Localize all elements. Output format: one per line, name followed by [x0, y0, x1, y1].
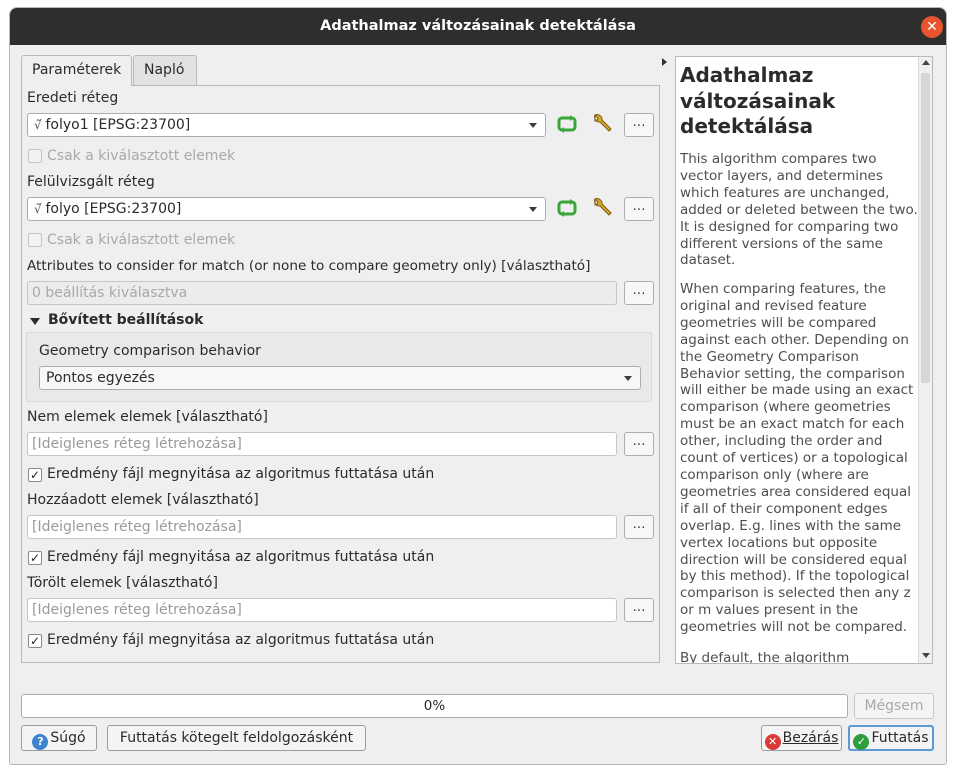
revised-layer-value: folyo [EPSG:23700]	[45, 201, 182, 217]
input-layer-label: Eredeti réteg	[27, 90, 119, 106]
window-close-button[interactable]: ✕	[921, 16, 943, 38]
geometry-behavior-label: Geometry comparison behavior	[39, 343, 261, 359]
iterate-icon	[557, 199, 577, 217]
chevron-down-icon	[624, 376, 632, 381]
help-scrollbar-thumb[interactable]	[921, 73, 930, 383]
input-layer-combo[interactable]: √̃ folyo1 [EPSG:23700]	[27, 113, 546, 137]
input-layer-value: folyo1 [EPSG:23700]	[45, 117, 191, 133]
help-title: Adathalmaz változásainak detektálása	[680, 63, 836, 138]
help-panel: Adathalmaz változásainak detektálása Thi…	[675, 56, 933, 664]
added-output-field[interactable]: [Ideiglenes réteg létrehozása]	[27, 515, 617, 539]
progress-bar: 0%	[21, 694, 848, 718]
attributes-browse-button[interactable]: …	[624, 281, 654, 305]
advanced-options-button[interactable]	[589, 112, 615, 138]
added-output-label: Hozzáadott elemek [választható]	[27, 492, 259, 508]
window-title: Adathalmaz változásainak detektálása	[320, 18, 636, 34]
added-output-browse-button[interactable]: …	[624, 515, 654, 539]
wrench-icon	[594, 114, 612, 132]
geometry-behavior-value: Pontos egyezés	[46, 370, 155, 386]
unchanged-open-label: Eredmény fájl megnyitása az algoritmus f…	[47, 466, 435, 482]
titlebar: Adathalmaz változásainak detektálása ✕	[10, 8, 946, 45]
unchanged-output-field[interactable]: [Ideiglenes réteg létrehozása]	[27, 432, 617, 456]
line-layer-icon: √̃	[34, 202, 46, 216]
deleted-output-browse-button[interactable]: …	[624, 598, 654, 622]
run-as-batch-button[interactable]: Futtatás kötegelt feldolgozásként	[107, 725, 366, 751]
unchanged-output-browse-button[interactable]: …	[624, 432, 654, 456]
cancel-button[interactable]: Mégsem	[854, 693, 934, 719]
deleted-output-field[interactable]: [Ideiglenes réteg létrehozása]	[27, 598, 617, 622]
attributes-label: Attributes to consider for match (or non…	[27, 258, 591, 274]
wrench-icon	[594, 198, 612, 216]
input-layer-browse-button[interactable]: …	[624, 113, 654, 137]
run-button[interactable]: ✓ Futtatás	[848, 725, 934, 751]
iterate-over-layer-button[interactable]	[554, 112, 580, 138]
tab-parameters[interactable]: Paraméterek	[21, 55, 132, 86]
checkmark-icon: ✓	[853, 734, 870, 750]
unchanged-output-label: Nem elemek elemek [választható]	[27, 409, 268, 425]
unchanged-open-checkbox[interactable]: ✓	[28, 468, 42, 482]
help-paragraph-3: By default, the algorithm	[680, 650, 850, 664]
line-layer-icon: √̃	[34, 118, 46, 132]
attributes-field[interactable]: 0 beállítás kiválasztva	[27, 281, 617, 305]
revised-layer-label: Felülvizsgált réteg	[27, 174, 155, 190]
deleted-open-label: Eredmény fájl megnyitása az algoritmus f…	[47, 632, 435, 648]
input-selected-only-label: Csak a kiválasztott elemek	[47, 148, 236, 164]
added-open-label: Eredmény fájl megnyitása az algoritmus f…	[47, 549, 435, 565]
revised-advanced-options-button[interactable]	[589, 196, 615, 222]
help-scrollbar[interactable]	[918, 57, 932, 663]
dialog-window: Adathalmaz változásainak detektálása ✕ P…	[10, 8, 946, 764]
help-paragraph-2: When comparing features, the original an…	[680, 281, 914, 636]
panel-splitter-arrow-icon[interactable]	[662, 58, 667, 66]
revised-layer-browse-button[interactable]: …	[624, 197, 654, 221]
deleted-output-label: Törölt elemek [választható]	[27, 575, 218, 591]
scroll-down-icon[interactable]	[922, 653, 930, 658]
added-open-checkbox[interactable]: ✓	[28, 551, 42, 565]
chevron-down-icon	[529, 207, 537, 212]
close-icon: ✕	[764, 734, 781, 750]
close-button-label: Bezárás	[782, 730, 839, 746]
revised-selected-only-checkbox[interactable]	[28, 233, 42, 247]
chevron-down-icon	[529, 123, 537, 128]
run-button-label: Futtatás	[871, 730, 929, 746]
progress-text: 0%	[423, 698, 446, 714]
revised-layer-combo[interactable]: √̃ folyo [EPSG:23700]	[27, 197, 546, 221]
tab-log[interactable]: Napló	[133, 55, 197, 85]
deleted-open-checkbox[interactable]: ✓	[28, 634, 42, 648]
geometry-behavior-select[interactable]: Pontos egyezés	[39, 366, 641, 390]
collapse-triangle-icon[interactable]	[30, 318, 40, 325]
advanced-settings-toggle[interactable]: Bővített beállítások	[48, 312, 203, 328]
help-button[interactable]: ? Súgó	[21, 725, 97, 751]
input-selected-only-checkbox[interactable]	[28, 149, 42, 163]
iterate-icon	[557, 115, 577, 133]
revised-selected-only-label: Csak a kiválasztott elemek	[47, 232, 236, 248]
help-button-label: Súgó	[50, 730, 86, 746]
scroll-up-icon[interactable]	[922, 60, 930, 65]
help-icon: ?	[32, 734, 49, 750]
iterate-over-revised-layer-button[interactable]	[554, 196, 580, 222]
help-paragraph-1: This algorithm compares two vector layer…	[680, 151, 918, 269]
close-button[interactable]: ✕ Bezárás	[761, 725, 842, 751]
